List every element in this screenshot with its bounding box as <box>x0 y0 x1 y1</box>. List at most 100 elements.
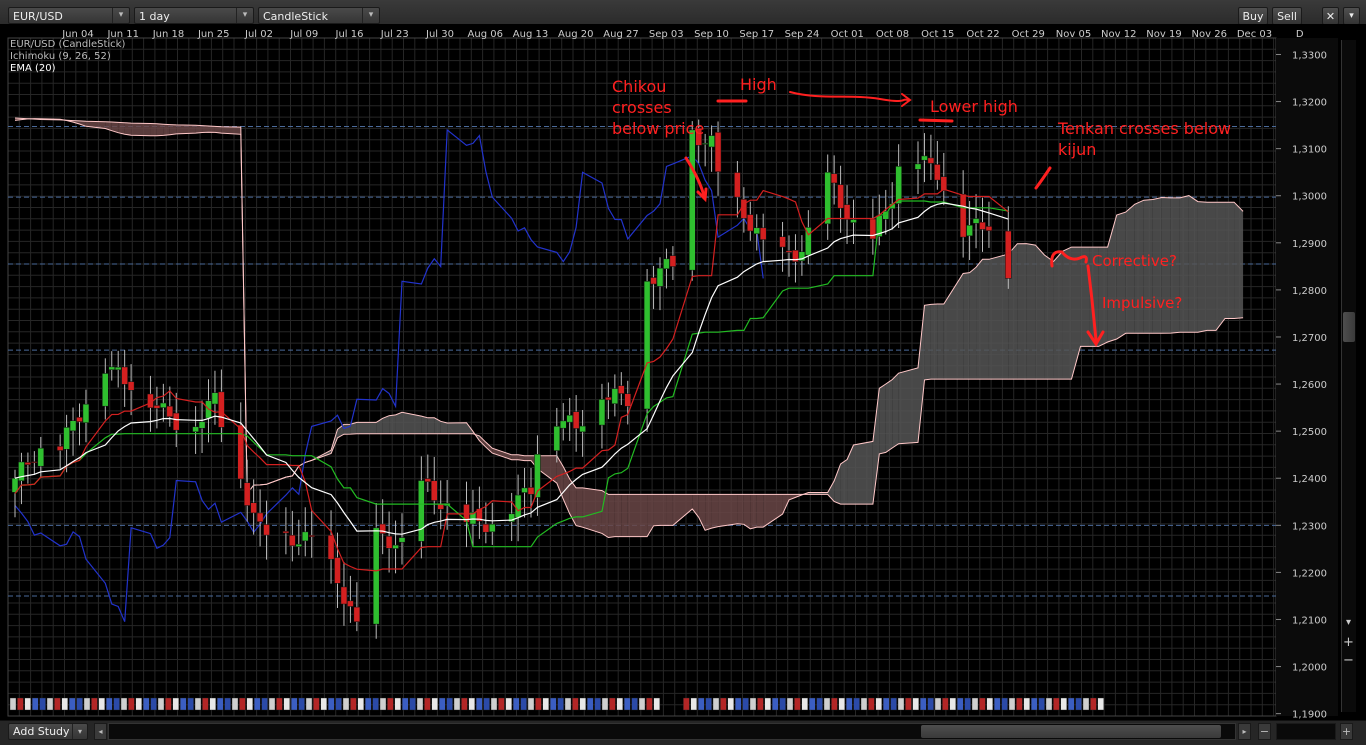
zoom-out-icon[interactable]: − <box>1342 654 1355 668</box>
news-flag <box>69 698 75 710</box>
symbol-select[interactable]: EUR/USD ▾ <box>8 7 130 24</box>
vertical-scrollbar[interactable] <box>1341 40 1356 712</box>
kumo-bearish <box>744 494 750 528</box>
candle-body <box>154 405 160 408</box>
vertical-scroll-thumb[interactable] <box>1343 312 1355 342</box>
add-study-label: Add Study <box>13 725 70 738</box>
chevron-down-icon[interactable]: ▾ <box>1343 7 1360 25</box>
kumo-bearish <box>512 455 518 460</box>
candle-body <box>896 166 902 203</box>
kumo-bullish <box>892 373 898 448</box>
news-flag <box>439 698 445 710</box>
news-flag <box>913 698 919 710</box>
news-flag <box>424 698 430 710</box>
news-flag <box>498 698 504 710</box>
news-flag <box>558 698 564 710</box>
candle-body <box>102 373 108 406</box>
news-flag <box>617 698 623 710</box>
legend-title: EUR/USD (CandleStick) <box>10 39 125 50</box>
scroll-down-icon[interactable]: ▾ <box>1342 616 1355 630</box>
candle-body <box>115 367 121 370</box>
news-flag <box>1002 698 1008 710</box>
chevron-down-icon[interactable]: ▾ <box>362 8 379 23</box>
news-flag <box>469 698 475 710</box>
candle-body <box>341 587 347 604</box>
chevron-down-icon[interactable]: ▾ <box>112 8 129 23</box>
news-flag <box>358 698 364 710</box>
kumo-bullish <box>879 384 885 454</box>
news-flag <box>972 698 978 710</box>
news-flag <box>595 698 601 710</box>
x-tick-label: Nov 05 <box>1056 29 1091 40</box>
scroll-left-icon[interactable]: ◂ <box>94 723 107 740</box>
kumo-bearish <box>628 494 647 536</box>
candle-body <box>612 389 618 404</box>
candle-body <box>31 462 37 463</box>
candle-body <box>844 205 850 220</box>
news-flag <box>920 698 926 710</box>
news-flag <box>632 698 638 710</box>
chart-area[interactable]: Jun 04Jun 11Jun 18Jun 25Jul 02Jul 09Jul … <box>0 24 1366 720</box>
candle-body <box>934 164 940 180</box>
candle-body <box>212 393 218 404</box>
y-tick-label: 1,1900 <box>1292 710 1327 720</box>
horizontal-scroll-thumb[interactable] <box>921 725 1221 738</box>
close-icon[interactable]: ✕ <box>1322 7 1339 25</box>
y-tick-label: 1,2400 <box>1292 474 1327 485</box>
chevron-down-icon[interactable]: ▾ <box>72 724 87 739</box>
candle-body <box>173 413 179 430</box>
candle-body <box>747 215 753 231</box>
news-flag <box>143 698 149 710</box>
zoom-in-button[interactable]: + <box>1340 723 1353 740</box>
kumo-bearish <box>660 494 666 525</box>
news-flag <box>987 698 993 710</box>
news-flag <box>824 698 830 710</box>
news-flag <box>839 698 845 710</box>
candle-body <box>483 524 489 532</box>
chevron-down-icon[interactable]: ▾ <box>236 8 253 23</box>
news-flag <box>402 698 408 710</box>
news-flag <box>202 698 208 710</box>
sell-button[interactable]: Sell <box>1272 7 1302 25</box>
kumo-bullish <box>421 416 427 434</box>
news-flag <box>40 698 46 710</box>
candle-body <box>160 403 166 408</box>
news-flag <box>188 698 194 710</box>
kumo-bearish <box>525 456 531 461</box>
news-flag <box>10 698 16 710</box>
news-flag <box>47 698 53 710</box>
news-flag <box>868 698 874 710</box>
zoom-in-icon[interactable]: + <box>1342 636 1355 650</box>
candle-body <box>980 222 986 229</box>
news-flag <box>380 698 386 710</box>
x-tick-label: Oct 22 <box>966 29 999 40</box>
news-flag <box>787 698 793 710</box>
scroll-right-icon[interactable]: ▸ <box>1238 723 1251 740</box>
kumo-bullish <box>1117 212 1126 339</box>
news-flag <box>757 698 763 710</box>
y-tick-label: 1,2000 <box>1292 663 1327 674</box>
add-study-button[interactable]: Add Study ▾ <box>8 723 88 740</box>
candle-body <box>302 532 308 541</box>
bottom-toolbar: Add Study ▾ ◂ ▸ − + <box>0 720 1366 745</box>
candle-body <box>921 156 927 160</box>
zoom-slider[interactable] <box>1276 723 1336 740</box>
news-flag <box>91 698 97 710</box>
news-flag <box>979 698 985 710</box>
timeframe-select[interactable]: 1 day ▾ <box>134 7 254 24</box>
news-flag <box>624 698 630 710</box>
news-flag <box>491 698 497 710</box>
candle-body <box>786 251 792 253</box>
candle-body <box>831 174 837 183</box>
chart-type-select[interactable]: CandleStick ▾ <box>258 7 380 24</box>
horizontal-scrollbar[interactable] <box>108 723 1236 740</box>
candle-body <box>425 479 431 482</box>
news-flag <box>935 698 941 710</box>
zoom-out-button[interactable]: − <box>1258 723 1271 740</box>
buy-button[interactable]: Buy <box>1238 7 1268 25</box>
candle-body <box>973 219 979 224</box>
annotation-tenkan: kijun <box>1058 140 1096 159</box>
candle-body <box>199 422 205 429</box>
y-tick-label: 1,2900 <box>1292 239 1327 250</box>
x-tick-label: Jul 30 <box>425 29 454 40</box>
